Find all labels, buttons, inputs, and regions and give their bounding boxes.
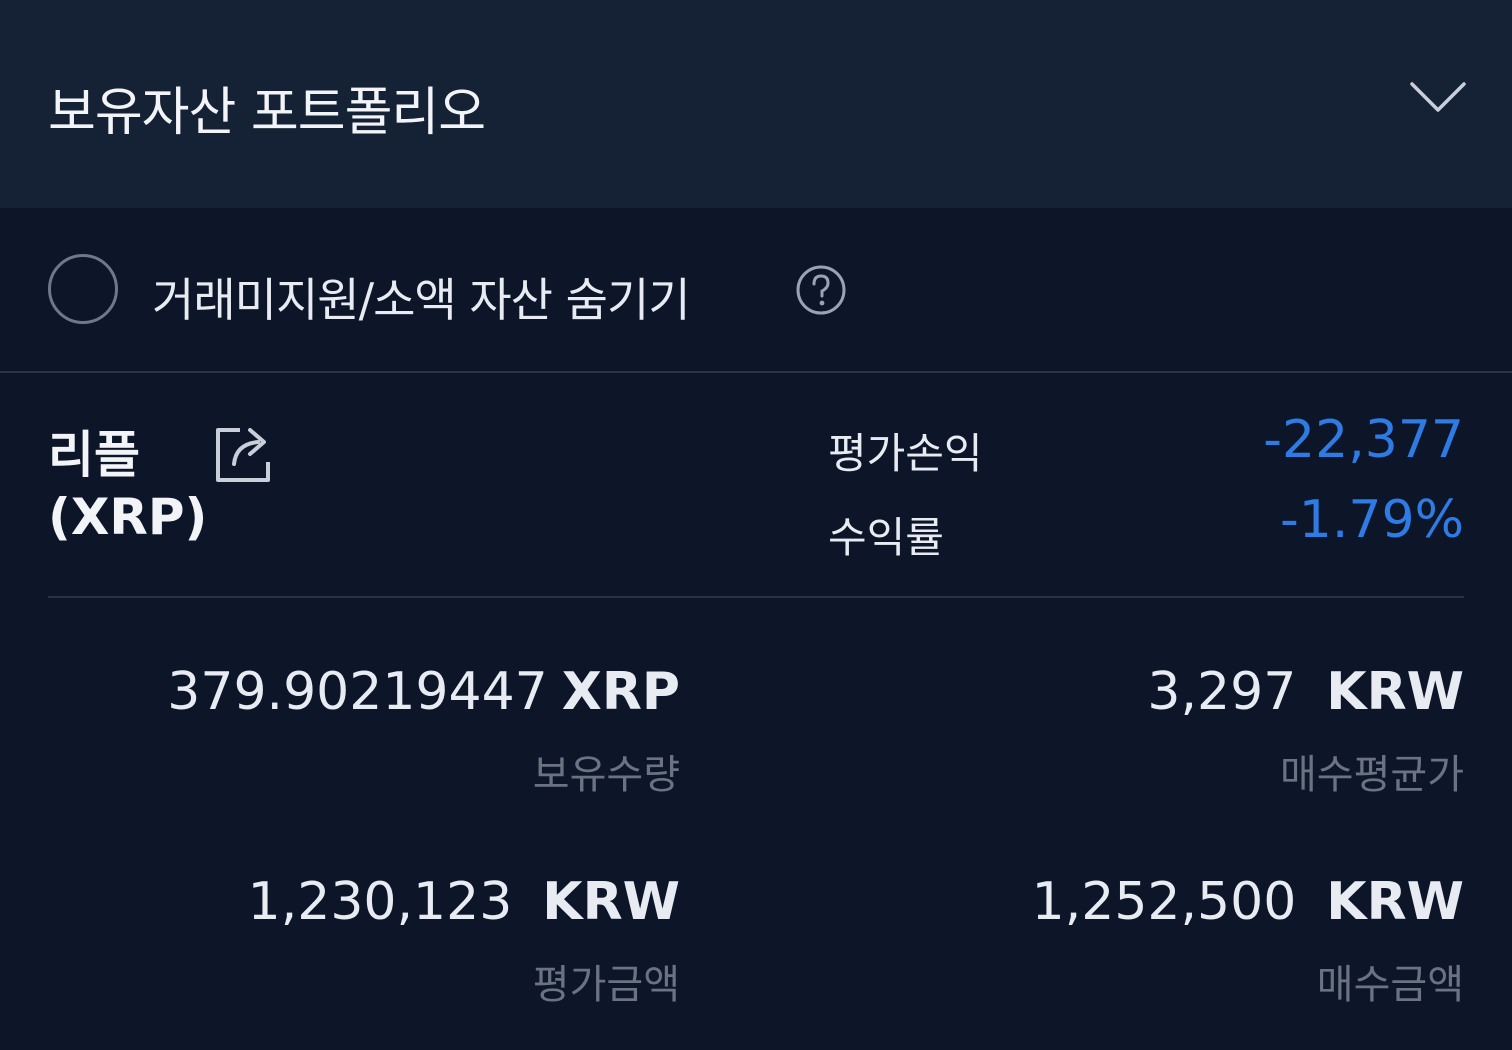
average-buy-price-unit: KRW [1326,662,1464,722]
hide-small-assets-radio[interactable] [48,254,118,324]
portfolio-header[interactable]: 보유자산 포트폴리오 [0,0,1512,208]
evaluation-amount-unit: KRW [542,872,680,932]
holding-quantity-value: 379.90219447 XRP [167,662,680,722]
buy-amount-unit: KRW [1326,872,1464,932]
average-buy-price-number: 3,297 [1147,662,1297,722]
portfolio-page: 보유자산 포트폴리오 거래미지원/소액 자산 숨기기 리플 (XRP) 평가손익… [0,0,1512,1050]
hide-small-assets-label: 거래미지원/소액 자산 숨기기 [152,273,691,327]
buy-amount-label: 매수금액 [1316,962,1464,1008]
return-rate-value: -1.79% [1280,490,1464,550]
return-rate-label: 수익률 [828,513,944,562]
holding-quantity: 379.90219447 XRP 보유수량 [167,662,680,800]
holding-quantity-label: 보유수량 [532,752,680,798]
asset-name: 리플 (XRP) [48,424,207,548]
buy-amount-number: 1,252,500 [1031,872,1297,932]
buy-amount: 1,252,500 KRW 매수금액 [1032,872,1464,1010]
holding-quantity-number: 379.90219447 [167,662,548,722]
asset-symbol: (XRP) [48,488,208,546]
evaluation-amount-value: 1,230,123 KRW [248,872,680,932]
evaluation-amount-number: 1,230,123 [247,872,513,932]
average-buy-price-value: 3,297 KRW [1147,662,1464,722]
holding-quantity-unit: XRP [561,662,680,722]
average-buy-price-label: 매수평균가 [1280,752,1464,798]
page-title: 보유자산 포트폴리오 [48,83,486,143]
evaluation-amount: 1,230,123 KRW 평가금액 [248,872,680,1010]
buy-amount-value: 1,252,500 KRW [1032,872,1464,932]
profit-loss-label: 평가손익 [828,429,983,478]
evaluation-amount-label: 평가금액 [532,962,680,1008]
question-circle-icon[interactable] [795,264,847,316]
chevron-down-icon[interactable] [1408,78,1468,118]
hide-small-assets-row[interactable]: 거래미지원/소액 자산 숨기기 [0,208,1512,373]
divider [48,596,1464,598]
asset-korean-name: 리플 [48,426,140,484]
average-buy-price: 3,297 KRW 매수평균가 [1147,662,1464,800]
profit-loss-value: -22,377 [1263,410,1464,470]
share-icon[interactable] [210,422,278,486]
